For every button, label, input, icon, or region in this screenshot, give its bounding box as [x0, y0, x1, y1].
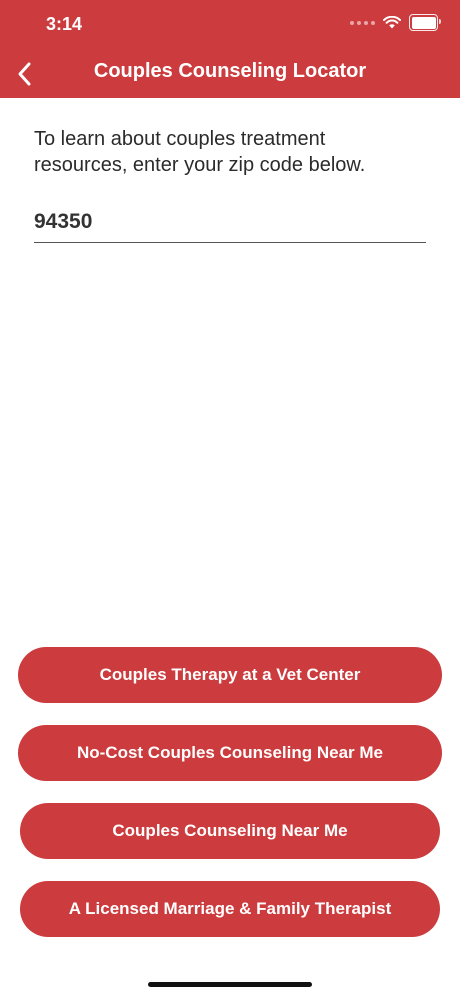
zip-code-input[interactable] [34, 204, 426, 240]
vet-center-therapy-button[interactable]: Couples Therapy at a Vet Center [18, 647, 442, 703]
page-title: Couples Counseling Locator [93, 60, 367, 82]
status-time: 3:14 [46, 14, 83, 34]
home-indicator [148, 982, 312, 987]
wifi-icon [383, 16, 401, 29]
no-cost-counseling-button[interactable]: No-Cost Couples Counseling Near Me [18, 725, 442, 781]
zip-instructions: To learn about couples treatment resourc… [34, 128, 366, 176]
status-indicators [350, 14, 441, 31]
counseling-near-me-button[interactable]: Couples Counseling Near Me [20, 803, 440, 859]
app-header: 3:14 Couples Counseling Locator [0, 0, 460, 98]
family-therapist-button[interactable]: A Licensed Marriage & Family Therapist [20, 881, 440, 937]
battery-icon [409, 14, 441, 31]
zip-code-field[interactable] [34, 204, 426, 243]
cellular-signal-icon [350, 20, 375, 25]
